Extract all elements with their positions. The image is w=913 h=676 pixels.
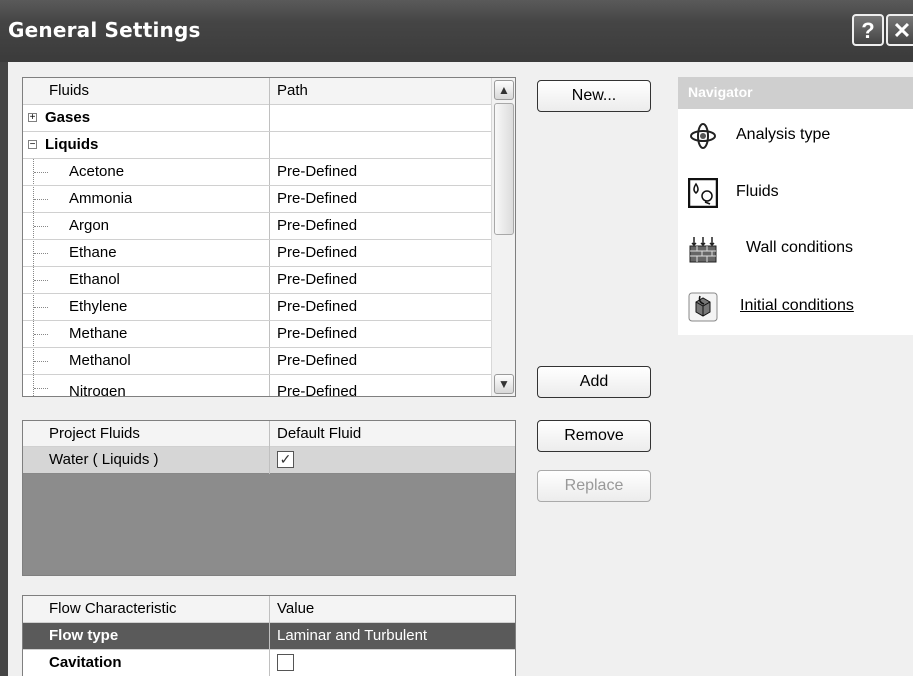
table-row[interactable]: Ammonia Pre-Defined	[23, 186, 491, 213]
tree-connector	[34, 172, 48, 173]
fluid-name: Ethanol	[69, 271, 120, 288]
fluid-name: Argon	[69, 217, 110, 234]
column-header-fluids[interactable]: Fluids	[49, 78, 89, 104]
cavitation-label: Cavitation	[49, 654, 122, 671]
nav-label: Wall conditions	[746, 239, 854, 256]
fluid-path: Pre-Defined	[277, 298, 358, 315]
fluid-name: Methane	[69, 325, 128, 342]
tree-connector	[34, 361, 48, 362]
tree-group-gases[interactable]: + Gases	[23, 105, 491, 132]
fluid-path: Pre-Defined	[277, 325, 358, 342]
fluid-name: Ammonia	[69, 190, 133, 207]
close-button[interactable]: ✕	[886, 14, 913, 46]
fluid-name: Acetone	[69, 163, 125, 180]
scroll-thumb[interactable]	[494, 103, 514, 235]
tree-connector	[34, 253, 48, 254]
tree-connector	[34, 307, 48, 308]
vertical-scrollbar[interactable]: ▲ ▼	[491, 78, 515, 396]
fluid-path: Pre-Defined	[277, 383, 358, 397]
column-divider	[269, 596, 270, 676]
table-row[interactable]: Argon Pre-Defined	[23, 213, 491, 240]
fluid-path: Pre-Defined	[277, 244, 358, 261]
group-label: Liquids	[45, 136, 99, 153]
analysis-type-icon	[690, 123, 716, 149]
fluid-name: Methanol	[69, 352, 131, 369]
fluids-icon	[688, 178, 718, 208]
navigator-panel: Navigator Analysis type Fluids Wall cond…	[678, 77, 913, 335]
column-header-project-fluids[interactable]: Project Fluids	[49, 421, 140, 447]
column-header-path[interactable]: Path	[277, 78, 308, 104]
column-header-value[interactable]: Value	[277, 596, 314, 622]
fluid-path: Pre-Defined	[277, 190, 358, 207]
flow-type-label: Flow type	[49, 627, 119, 644]
help-button[interactable]: ?	[852, 14, 884, 46]
scroll-down-icon[interactable]: ▼	[494, 374, 514, 394]
window-frame	[0, 62, 8, 676]
scroll-up-icon[interactable]: ▲	[494, 80, 514, 100]
nav-label: Initial conditions	[740, 297, 854, 314]
title-bar: General Settings ? ✕	[0, 0, 913, 62]
column-header-default-fluid[interactable]: Default Fluid	[277, 421, 361, 447]
fluid-path: Pre-Defined	[277, 271, 358, 288]
table-row[interactable]: Methanol Pre-Defined	[23, 348, 491, 375]
add-button[interactable]: Add	[537, 366, 651, 398]
table-row[interactable]: Ethane Pre-Defined	[23, 240, 491, 267]
nav-label: Fluids	[736, 183, 779, 200]
cavitation-checkbox[interactable]	[277, 654, 294, 671]
table-row[interactable]: Ethylene Pre-Defined	[23, 294, 491, 321]
fluid-path: Pre-Defined	[277, 217, 358, 234]
table-row[interactable]: Acetone Pre-Defined	[23, 159, 491, 186]
table-row[interactable]: Ethanol Pre-Defined	[23, 267, 491, 294]
tree-connector	[34, 388, 48, 389]
column-header-flow-characteristic[interactable]: Flow Characteristic	[49, 596, 177, 622]
tree-connector	[34, 199, 48, 200]
wall-conditions-icon	[689, 237, 717, 263]
fluids-table: Fluids Path + Gases − Liquids Acetone Pr…	[22, 77, 516, 397]
flow-type-value[interactable]: Laminar and Turbulent	[277, 623, 427, 649]
nav-label: Analysis type	[736, 126, 831, 143]
flow-characteristic-table: Flow Characteristic Value Flow type Lami…	[22, 595, 516, 676]
collapse-icon[interactable]: −	[28, 140, 37, 150]
table-row[interactable]: Nitrogen Pre-Defined	[23, 375, 491, 397]
fluid-name: Ethane	[69, 244, 117, 261]
project-fluid-name: Water ( Liquids )	[49, 451, 159, 468]
initial-conditions-icon	[688, 292, 718, 322]
default-fluid-checkbox[interactable]: ✓	[277, 451, 294, 468]
fluid-path: Pre-Defined	[277, 352, 358, 369]
tree-connector	[34, 226, 48, 227]
tree-connector	[34, 280, 48, 281]
tree-connector	[34, 334, 48, 335]
remove-button[interactable]: Remove	[537, 420, 651, 452]
navigator-title: Navigator	[678, 77, 913, 109]
window-title: General Settings	[8, 18, 201, 42]
fluid-name: Nitrogen	[69, 383, 126, 397]
table-row[interactable]: Methane Pre-Defined	[23, 321, 491, 348]
fluid-path: Pre-Defined	[277, 163, 358, 180]
project-fluids-table: Project Fluids Default Fluid Water ( Liq…	[22, 420, 516, 576]
replace-button[interactable]: Replace	[537, 470, 651, 502]
fluid-name: Ethylene	[69, 298, 128, 315]
column-divider	[269, 421, 270, 474]
fluids-table-header: Fluids Path	[23, 78, 491, 105]
expand-icon[interactable]: +	[28, 113, 37, 123]
new-button[interactable]: New...	[537, 80, 651, 112]
group-label: Gases	[45, 109, 91, 126]
tree-group-liquids[interactable]: − Liquids	[23, 132, 491, 159]
